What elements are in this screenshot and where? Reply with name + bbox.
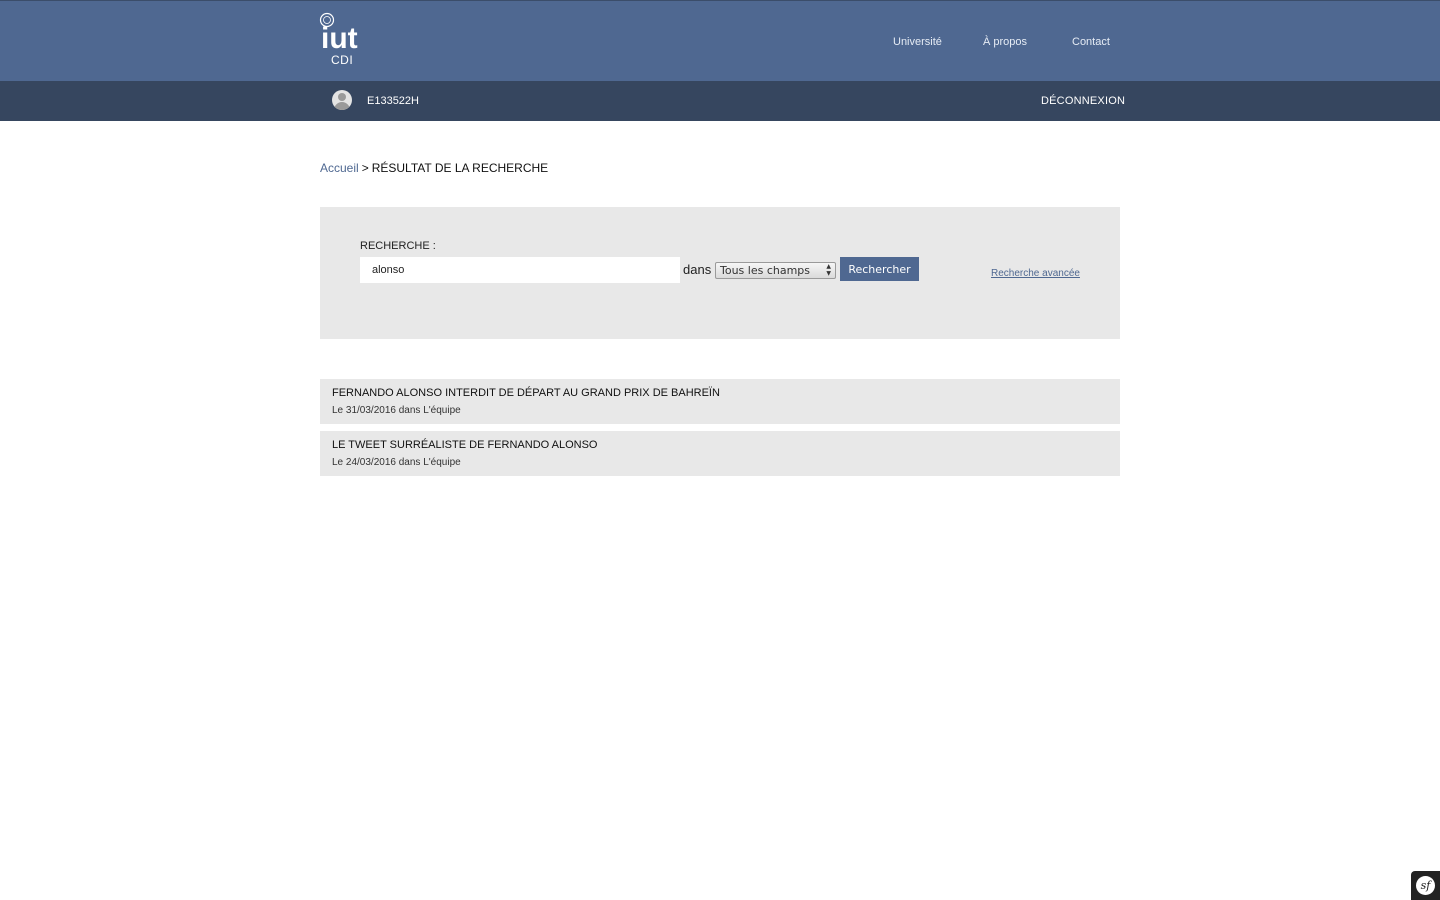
- search-input[interactable]: [360, 257, 680, 283]
- search-in-label: dans: [683, 262, 712, 277]
- breadcrumb-current: RÉSULTAT DE LA RECHERCHE: [371, 161, 549, 175]
- top-header: iut CDI Université À propos Contact: [0, 0, 1440, 81]
- symfony-icon: sf: [1416, 876, 1435, 895]
- nav-link-universite[interactable]: Université: [893, 36, 942, 48]
- nav-link-contact[interactable]: Contact: [1072, 36, 1110, 48]
- breadcrumb: Accueil > RÉSULTAT DE LA RECHERCHE: [320, 161, 548, 175]
- result-meta: Le 24/03/2016 dans L'équipe: [332, 457, 461, 468]
- user-bar: E133522H DÉCONNEXION: [0, 81, 1440, 121]
- select-arrows-icon: ▲ ▼: [826, 263, 831, 277]
- result-title[interactable]: FERNANDO ALONSO INTERDIT DE DÉPART AU GR…: [332, 387, 720, 399]
- iut-logo-icon: iut: [319, 12, 358, 51]
- logo-subtitle: CDI: [331, 53, 354, 67]
- breadcrumb-home-link[interactable]: Accueil: [320, 161, 359, 175]
- avatar: [332, 90, 352, 110]
- result-title[interactable]: LE TWEET SURRÉALISTE DE FERNANDO ALONSO: [332, 439, 598, 451]
- logout-link[interactable]: DÉCONNEXION: [1041, 95, 1125, 107]
- result-item[interactable]: FERNANDO ALONSO INTERDIT DE DÉPART AU GR…: [320, 379, 1120, 424]
- debug-toolbar-button[interactable]: sf: [1411, 871, 1440, 900]
- username: E133522H: [367, 95, 419, 107]
- search-label: RECHERCHE :: [360, 240, 436, 252]
- result-item[interactable]: LE TWEET SURRÉALISTE DE FERNANDO ALONSO …: [320, 431, 1120, 476]
- logo[interactable]: iut CDI: [319, 11, 365, 69]
- search-field-selected: Tous les champs: [720, 264, 811, 277]
- nav-link-a-propos[interactable]: À propos: [983, 36, 1027, 48]
- search-panel: RECHERCHE : dans Tous les champs ▲▼ Rech…: [320, 207, 1120, 339]
- breadcrumb-separator: >: [361, 161, 369, 175]
- search-button[interactable]: Rechercher: [840, 257, 919, 281]
- results-list: FERNANDO ALONSO INTERDIT DE DÉPART AU GR…: [320, 379, 1120, 483]
- logo-text: iut: [321, 22, 358, 51]
- result-meta: Le 31/03/2016 dans L'équipe: [332, 405, 461, 416]
- search-field-select[interactable]: Tous les champs ▲ ▼: [715, 262, 836, 279]
- advanced-search-link[interactable]: Recherche avancée: [991, 268, 1080, 279]
